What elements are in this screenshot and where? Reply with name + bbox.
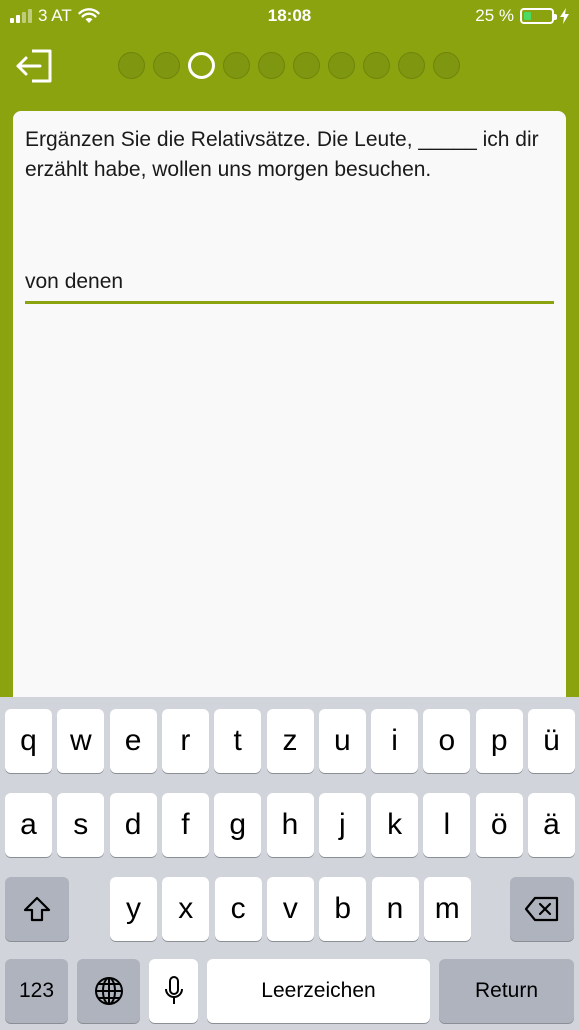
key-l[interactable]: l — [423, 793, 471, 857]
key-t[interactable]: t — [214, 709, 262, 773]
dictation-key[interactable] — [149, 959, 198, 1023]
key-m[interactable]: m — [423, 877, 471, 941]
key-r[interactable]: r — [161, 709, 209, 773]
space-key[interactable]: Leerzeichen — [207, 959, 430, 1023]
progress-dot — [328, 52, 355, 79]
key-y[interactable]: y — [110, 877, 157, 941]
key-w[interactable]: w — [57, 709, 105, 773]
key-z[interactable]: z — [266, 709, 314, 773]
progress-dot — [153, 52, 180, 79]
key-e[interactable]: e — [109, 709, 157, 773]
header — [0, 34, 579, 100]
key-ü[interactable]: ü — [528, 709, 575, 773]
status-bar: 3 AT 18:08 25 % — [0, 0, 579, 34]
shift-icon — [23, 896, 51, 922]
progress-dot — [433, 52, 460, 79]
progress-dot — [293, 52, 320, 79]
key-p[interactable]: p — [475, 709, 523, 773]
shift-key[interactable] — [5, 877, 69, 941]
question-card: Ergänzen Sie die Relativsätze. Die Leute… — [13, 111, 566, 751]
progress-indicator — [118, 52, 460, 79]
key-b[interactable]: b — [319, 877, 367, 941]
progress-dot — [258, 52, 285, 79]
return-key[interactable]: Return — [439, 959, 574, 1023]
key-n[interactable]: n — [371, 877, 419, 941]
backspace-key[interactable] — [510, 877, 574, 941]
backspace-icon — [524, 896, 559, 922]
battery-level-fill — [524, 12, 531, 20]
battery-percent: 25 % — [475, 6, 514, 25]
status-right: 25 % — [475, 6, 569, 26]
microphone-icon — [164, 976, 183, 1004]
key-u[interactable]: u — [318, 709, 366, 773]
answer-input[interactable]: von denen — [25, 266, 554, 304]
key-s[interactable]: s — [57, 793, 105, 857]
key-g[interactable]: g — [214, 793, 262, 857]
globe-icon — [94, 977, 123, 1005]
key-k[interactable]: k — [371, 793, 419, 857]
key-d[interactable]: d — [109, 793, 157, 857]
key-ä[interactable]: ä — [528, 793, 575, 857]
key-o[interactable]: o — [423, 709, 471, 773]
keyboard: qwertzuiopü asdfghjklöä yxcvbnm 123 Leer… — [0, 697, 579, 1030]
numbers-key[interactable]: 123 — [5, 959, 68, 1023]
key-j[interactable]: j — [318, 793, 366, 857]
key-a[interactable]: a — [5, 793, 52, 857]
progress-dot — [118, 52, 145, 79]
exit-button[interactable] — [14, 46, 56, 86]
key-h[interactable]: h — [266, 793, 314, 857]
exit-arrow-icon — [16, 49, 52, 83]
key-c[interactable]: c — [214, 877, 262, 941]
progress-dot — [363, 52, 390, 79]
key-f[interactable]: f — [161, 793, 209, 857]
key-v[interactable]: v — [266, 877, 314, 941]
globe-key[interactable] — [77, 959, 140, 1023]
key-i[interactable]: i — [371, 709, 419, 773]
charging-bolt-icon — [560, 8, 569, 24]
key-x[interactable]: x — [162, 877, 210, 941]
key-ö[interactable]: ö — [475, 793, 523, 857]
progress-dot — [398, 52, 425, 79]
battery-icon — [520, 8, 557, 24]
question-text: Ergänzen Sie die Relativsätze. Die Leute… — [25, 128, 539, 181]
progress-dot — [223, 52, 250, 79]
key-q[interactable]: q — [5, 709, 52, 773]
progress-dot — [188, 52, 215, 79]
